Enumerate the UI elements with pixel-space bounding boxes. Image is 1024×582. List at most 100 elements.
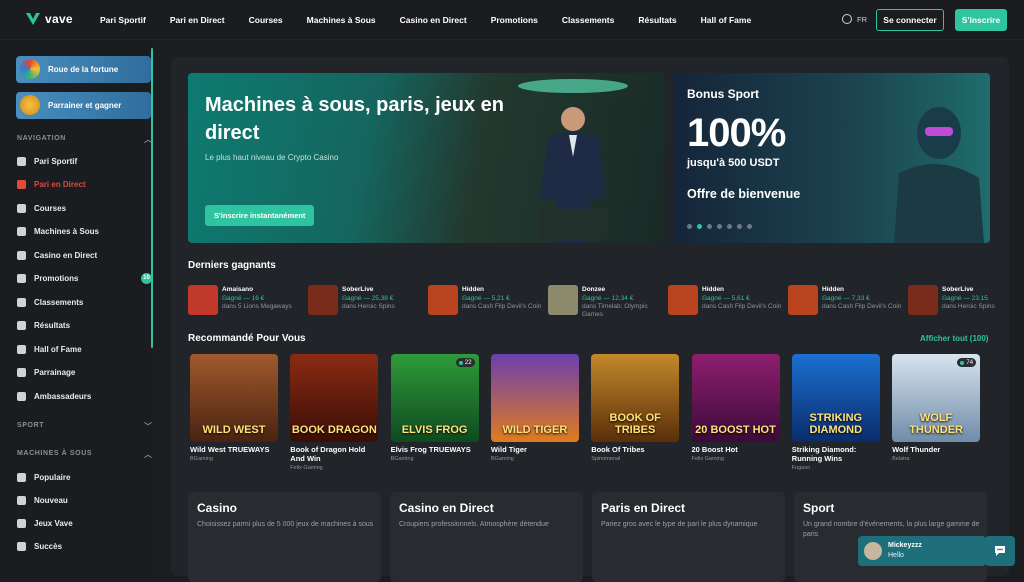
- language-selector[interactable]: FR: [842, 14, 867, 24]
- navigation-section-header[interactable]: NAVIGATION ︿: [17, 135, 152, 144]
- game-thumbnail: [308, 285, 338, 315]
- sidebar-item[interactable]: Casino en Direct: [17, 248, 97, 262]
- section-label: MACHINES À SOUS: [17, 450, 93, 457]
- bonus-offer: Offre de bienvenue: [687, 187, 801, 201]
- carousel-dot[interactable]: [697, 224, 702, 229]
- sidebar-item[interactable]: Ambassadeurs: [17, 389, 91, 403]
- winner-name: Hidden: [702, 286, 725, 293]
- carousel-dot[interactable]: [687, 224, 692, 229]
- category-card[interactable]: Casino en Direct Croupiers professionnels…: [390, 492, 583, 582]
- sidebar-item[interactable]: Populaire: [17, 470, 70, 484]
- winner-item[interactable]: Amaisano Gagné — 16 € dans 5 Lions Megaway…: [188, 285, 306, 317]
- signup-button[interactable]: S'inscrire: [955, 9, 1007, 31]
- hero-banner[interactable]: Machines à sous, paris, jeux en direct L…: [188, 73, 665, 243]
- wheel-of-fortune-button[interactable]: Roue de la fortune: [16, 56, 151, 83]
- nav-link-2[interactable]: Courses: [249, 15, 283, 25]
- sidebar-item-label: Succès: [34, 542, 63, 552]
- winner-item[interactable]: Hidden Gagné — 7,33 € dans Cash Flip Devil…: [788, 285, 906, 317]
- nav-link-4[interactable]: Casino en Direct: [400, 15, 467, 25]
- sidebar-item-label: Machines à Sous: [34, 227, 99, 236]
- game-thumbnail: [548, 285, 578, 315]
- refer-and-earn-button[interactable]: Parrainer et gagner: [16, 92, 151, 119]
- players-badge: 74: [957, 358, 977, 367]
- avatar: [864, 542, 882, 560]
- game-provider: BGaming: [490, 456, 514, 462]
- game-provider: BGaming: [390, 456, 414, 462]
- hero-signup-button[interactable]: S'inscrire instantanément: [205, 205, 315, 226]
- chat-button[interactable]: [985, 536, 1015, 566]
- nav-link-0[interactable]: Pari Sportif: [100, 15, 146, 25]
- sidebar-item[interactable]: Hall of Fame: [17, 342, 82, 356]
- show-all-link[interactable]: Afficher tout (100): [920, 334, 988, 343]
- game-tile[interactable]: 22 ELVIS FROG Elvis Frog TRUEWAYS BGaming: [390, 354, 479, 462]
- game-tile[interactable]: STRIKING DIAMOND Striking Diamond: Runnin…: [791, 354, 880, 471]
- game-tile[interactable]: WILD WEST Wild West TRUEWAYS BGaming: [190, 354, 278, 462]
- sidebar-scrollbar[interactable]: [151, 48, 153, 348]
- game-tile[interactable]: BOOK DRAGON Book of Dragon Hold And Win Fe…: [290, 354, 379, 471]
- sidebar-item[interactable]: Parrainage: [17, 366, 75, 380]
- game-tile[interactable]: BOOK OF TRIBES Book Of Tribes Spinomenal: [591, 354, 680, 462]
- nav-link-1[interactable]: Pari en Direct: [170, 15, 225, 25]
- winner-game: dans Cash Flip Devil's Coin: [822, 303, 902, 310]
- winner-game: dans 5 Lions Megaways: [222, 303, 292, 310]
- top-bar: vave Pari Sportif Pari en Direct Courses Ma…: [0, 0, 1024, 40]
- carousel-dots: [687, 224, 752, 229]
- winner-item[interactable]: SoberLive Gagné — 23,15 dans Heroic Spins: [908, 285, 1024, 317]
- sidebar-item[interactable]: Pari Sportif: [17, 154, 77, 168]
- sidebar-item[interactable]: Classements: [17, 295, 83, 309]
- sidebar-item[interactable]: Succès: [17, 540, 62, 554]
- slots-section-header[interactable]: MACHINES À SOUS ︿: [17, 450, 152, 459]
- game-art-title: 20 BOOST HOT: [695, 424, 776, 436]
- winner-item[interactable]: SoberLive Gagné — 25,38 € dans Heroic Spin…: [308, 285, 426, 317]
- sport-section-header[interactable]: SPORT ﹀: [17, 422, 152, 431]
- category-card[interactable]: Paris en Direct Pariez gros avec le type …: [592, 492, 785, 582]
- carousel-dot[interactable]: [707, 224, 712, 229]
- game-tile[interactable]: WILD TIGER Wild Tiger BGaming: [490, 354, 579, 462]
- sidebar-item[interactable]: Résultats: [17, 319, 70, 333]
- sidebar-item-label: Populaire: [34, 472, 71, 482]
- sidebar-item[interactable]: Promotions: [17, 272, 78, 286]
- sidebar-item[interactable]: Courses: [17, 201, 66, 215]
- winner-game: dans Heroic Spins: [942, 303, 995, 310]
- game-art-title: ELVIS FROG: [401, 424, 468, 436]
- game-cover: 20 BOOST HOT: [691, 354, 780, 442]
- nav-link-6[interactable]: Classements: [562, 15, 614, 25]
- game-thumbnail: [908, 285, 938, 315]
- game-tile[interactable]: 74 WOLF THUNDER Wolf Thunder Belatra: [892, 354, 981, 462]
- login-button[interactable]: Se connecter: [876, 9, 944, 31]
- category-description: Croupiers professionnels. Atmosphère dét…: [399, 521, 549, 528]
- hero-subtitle: Le plus haut niveau de Crypto Casino: [205, 153, 339, 162]
- carousel-dot[interactable]: [747, 224, 752, 229]
- sidebar-item[interactable]: Nouveau: [17, 493, 68, 507]
- category-card[interactable]: Casino Choisissez parmi plus de 5 000 jeu…: [188, 492, 381, 582]
- sidebar-item[interactable]: Machines à Sous: [17, 225, 99, 239]
- nav-link-7[interactable]: Résultats: [638, 15, 676, 25]
- bonus-banner[interactable]: Bonus Sport 100% jusqu'à 500 USDT Offre …: [674, 73, 990, 243]
- logo[interactable]: vave: [25, 11, 73, 27]
- wheel-of-fortune-label: Roue de la fortune: [48, 65, 119, 74]
- game-thumbnail: [668, 285, 698, 315]
- category-title: Sport: [803, 501, 835, 515]
- winner-item[interactable]: Hidden Gagné — 5,21 € dans Cash Flip Devil…: [428, 285, 546, 317]
- carousel-dot[interactable]: [727, 224, 732, 229]
- chat-preview[interactable]: Mickeyzzz Hello: [858, 536, 986, 566]
- ambassador-icon: [17, 391, 26, 401]
- winner-item[interactable]: Donzee Gagné — 12,34 € dans Timelab: Olymp…: [548, 285, 666, 318]
- carousel-dot[interactable]: [737, 224, 742, 229]
- winner-item[interactable]: Hidden Gagné — 5,61 € dans Cash Flip Devil…: [668, 285, 786, 317]
- game-tile[interactable]: 20 BOOST HOT 20 Boost Hot Felix Gaming: [691, 354, 780, 462]
- sidebar-item[interactable]: Pari en Direct: [17, 178, 86, 192]
- section-label: SPORT: [17, 422, 45, 429]
- winner-amount: Gagné — 25,38 €: [342, 295, 394, 302]
- nav-link-3[interactable]: Machines à Sous: [307, 15, 376, 25]
- winner-amount: Gagné — 5,61 €: [702, 295, 750, 302]
- robot-figure-image: [894, 107, 984, 243]
- nav-link-8[interactable]: Hall of Fame: [701, 15, 752, 25]
- sidebar-item[interactable]: Jeux Vave: [17, 517, 73, 531]
- game-art-title: STRIKING DIAMOND: [809, 412, 863, 436]
- winner-name: SoberLive: [942, 286, 974, 293]
- game-art-title: WILD TIGER: [502, 424, 568, 436]
- live-icon: [17, 180, 26, 189]
- nav-link-5[interactable]: Promotions: [491, 15, 538, 25]
- carousel-dot[interactable]: [717, 224, 722, 229]
